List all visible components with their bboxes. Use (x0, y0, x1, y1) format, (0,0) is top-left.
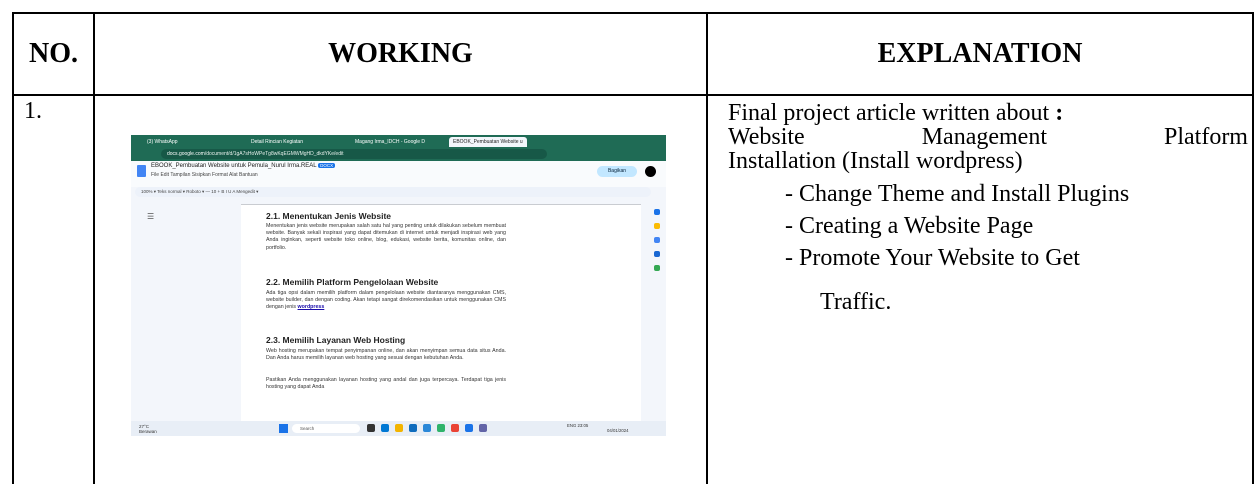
row-number: 1. (24, 98, 42, 124)
tray-date: 04/01/2024 (607, 428, 629, 433)
browser-tab[interactable]: Detail Rincian Kegiatan (251, 137, 303, 147)
docs-logo-icon (137, 165, 146, 177)
explanation-word: Platform (1163, 124, 1248, 150)
explanation-word: Website (728, 124, 805, 150)
taskbar-app-icon[interactable] (423, 424, 431, 432)
section-heading: 2.1. Menentukan Jenis Website (266, 211, 392, 221)
explanation-item: - Promote Your Website to Get (785, 245, 1080, 271)
doc-title-text: EBOOK_Pembuatan Website untuk Pemula_Nur… (151, 163, 317, 169)
explanation-word: Management (921, 124, 1047, 150)
explanation-line2: Website Management Platform (728, 125, 1248, 149)
url-field[interactable]: docs.google.com/document/d/1gA7sHoWPeTg8… (161, 149, 547, 159)
taskbar-app-icon[interactable] (381, 424, 389, 432)
taskbar-app-icon[interactable] (409, 424, 417, 432)
explanation-colon: : (1055, 100, 1064, 126)
tray-time: 23:05 (577, 423, 589, 428)
wordpress-link[interactable]: wordpress (298, 304, 325, 310)
doc-badge: DOCX (318, 163, 336, 168)
url-domain: docs.google.com (167, 151, 205, 157)
weather-widget[interactable]: 27°C Berawan (139, 424, 157, 434)
explanation-line1-text: Final project article written about (728, 100, 1050, 126)
section-paragraph: Web hosting merupakan tempat penyimpanan… (266, 348, 506, 362)
browser-tab[interactable]: (3) WhatsApp (147, 137, 178, 147)
avatar[interactable] (645, 166, 656, 177)
maps-icon[interactable] (654, 265, 660, 271)
section-heading: 2.3. Memilih Layanan Web Hosting (266, 335, 406, 345)
taskbar-app-icon[interactable] (437, 424, 445, 432)
docs-toolbar[interactable]: 100% ▾ Teks normal ▾ Roboto ▾ — 10 + B I… (135, 187, 651, 197)
taskbar-app-icon[interactable] (465, 424, 473, 432)
explanation-item: - Change Theme and Install Plugins (785, 181, 1130, 207)
section-paragraph: Menentukan jenis website merupakan salah… (266, 223, 506, 251)
taskbar-app-icon[interactable] (367, 424, 375, 432)
section-paragraph: Ada tiga opsi dalam memilih platform dal… (266, 290, 506, 312)
embedded-screenshot: (3) WhatsApp Detail Rincian Kegiatan Mag… (131, 135, 666, 436)
docs-menu[interactable]: File Edit Tampilan Sisipkan Format Alat … (151, 172, 258, 178)
doc-title[interactable]: EBOOK_Pembuatan Website untuk Pemula_Nur… (151, 163, 336, 169)
header-working: WORKING (328, 38, 473, 69)
keep-icon[interactable] (654, 223, 660, 229)
header-explanation: EXPLANATION (877, 38, 1083, 69)
system-tray[interactable]: ENG 23:05 04/01/2024 (567, 423, 629, 433)
table-border-right (1252, 12, 1254, 484)
browser-tab[interactable]: Magang Irma_IDCH - Google D (355, 137, 425, 147)
url-path: /document/d/1gA7sHoWPeTg8wKqEGMWMgHD_dkd… (204, 151, 344, 157)
table-border-header (12, 94, 1254, 96)
section-heading: 2.2. Memilih Platform Pengelolaan Websit… (266, 277, 439, 287)
table: NO. WORKING EXPLANATION 1. (3) WhatsApp … (0, 0, 1257, 484)
section-paragraph: Pastikan Anda menggunakan layanan hostin… (266, 377, 506, 391)
explanation-item: - Creating a Website Page (785, 213, 1034, 239)
taskbar-app-icon[interactable] (479, 424, 487, 432)
explanation-continuation: Traffic. (820, 289, 892, 315)
windows-start-icon[interactable] (279, 424, 288, 433)
explanation-line1: Final project article written about : (728, 101, 1063, 125)
taskbar-app-icon[interactable] (451, 424, 459, 432)
taskbar-search[interactable]: Search (292, 424, 360, 433)
tray-language: ENG (567, 423, 577, 428)
outline-icon[interactable]: ☰ (147, 212, 154, 221)
share-button[interactable]: Bagikan (597, 166, 637, 177)
tasks-icon[interactable] (654, 237, 660, 243)
weather-desc: Berawan (139, 429, 157, 434)
side-panel (651, 205, 665, 421)
header-no: NO. (29, 38, 78, 69)
taskbar-app-icon[interactable] (395, 424, 403, 432)
contacts-icon[interactable] (654, 251, 660, 257)
calendar-icon[interactable] (654, 209, 660, 215)
explanation-line3: Installation (Install wordpress) (728, 148, 1023, 174)
browser-tab-active[interactable]: EBOOK_Pembuatan Website u (449, 137, 527, 147)
